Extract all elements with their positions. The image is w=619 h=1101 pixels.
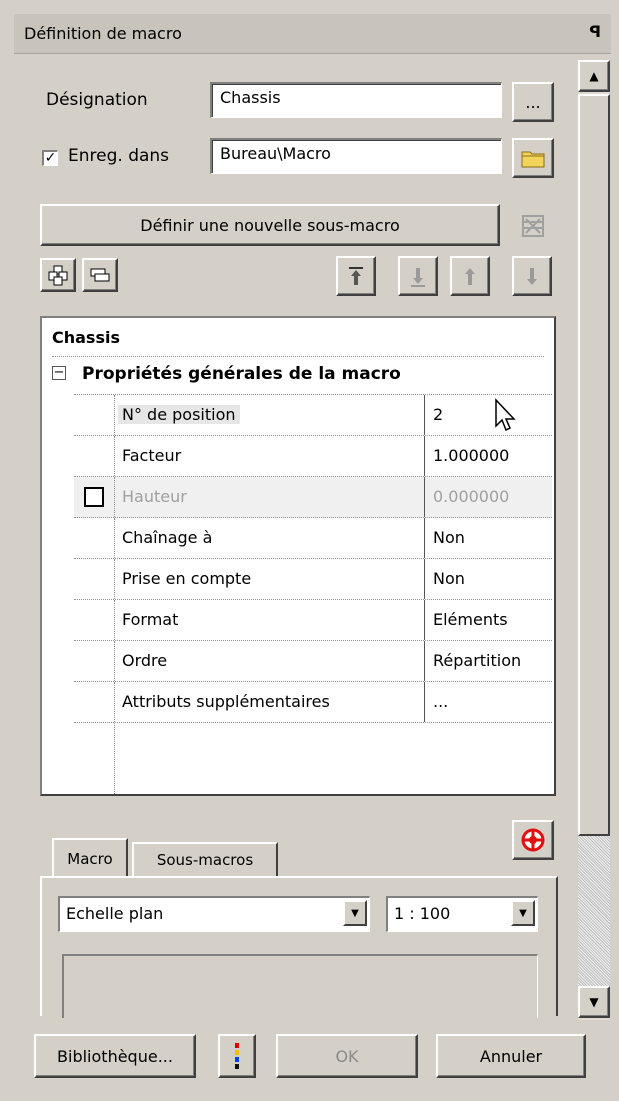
target-button[interactable] <box>512 820 554 860</box>
scale-ratio-value: 1 : 100 <box>394 904 451 923</box>
save-in-checkbox[interactable]: ✓ <box>42 150 58 166</box>
scale-ratio-select[interactable]: 1 : 100 ▼ <box>386 896 538 932</box>
property-row[interactable]: Attributs supplémentaires ... <box>74 682 552 723</box>
target-icon <box>521 828 545 852</box>
property-row[interactable]: Format Eléments <box>74 600 552 641</box>
preview-area <box>62 954 538 1018</box>
move-top-button[interactable] <box>336 256 376 296</box>
color-palette-icon <box>235 1043 239 1069</box>
window-title: Définition de macro <box>24 24 182 43</box>
property-value[interactable]: Répartition <box>424 641 552 681</box>
chevron-down-icon[interactable]: ▼ <box>343 900 367 926</box>
color-palette-button[interactable] <box>218 1034 256 1078</box>
define-submacro-button[interactable]: Définir une nouvelle sous-macro <box>40 204 500 246</box>
scroll-thumb[interactable] <box>578 94 610 836</box>
move-bottom-button <box>512 256 552 296</box>
property-value[interactable]: Non <box>424 518 552 558</box>
ok-button: OK <box>276 1034 418 1078</box>
property-row[interactable]: Ordre Répartition <box>74 641 552 682</box>
title-bar: Définition de macro ꟼ <box>14 14 611 54</box>
edit-item-icon <box>90 268 110 282</box>
property-value[interactable]: Eléments <box>424 600 552 640</box>
property-name: Chaînage à <box>122 528 213 547</box>
designation-input[interactable]: Chassis <box>210 82 502 118</box>
browse-button[interactable]: ... <box>512 82 554 122</box>
property-group-label: Propriétés générales de la macro <box>82 364 401 384</box>
add-item-icon <box>48 265 68 286</box>
property-value[interactable]: 2 <box>424 395 552 435</box>
property-value[interactable]: ... <box>424 682 552 722</box>
property-value[interactable]: Non <box>424 559 552 599</box>
move-up-icon <box>465 268 475 285</box>
move-down-icon <box>411 268 425 287</box>
collapse-toggle-icon[interactable]: − <box>52 366 66 380</box>
move-down-button <box>398 256 438 296</box>
property-name: Ordre <box>122 651 168 670</box>
tab-sous-macros[interactable]: Sous-macros <box>132 842 278 876</box>
edit-item-button[interactable] <box>82 258 118 292</box>
property-name: Prise en compte <box>122 569 252 588</box>
property-name: Hauteur <box>122 487 187 506</box>
scroll-up-button[interactable]: ▲ <box>578 60 610 92</box>
mouse-cursor-icon <box>495 398 516 432</box>
property-name: Facteur <box>122 446 182 465</box>
property-name: N° de position <box>118 405 240 424</box>
chevron-down-icon[interactable]: ▼ <box>511 900 535 926</box>
tab-macro[interactable]: Macro <box>52 838 128 878</box>
folder-icon <box>521 151 545 168</box>
property-row[interactable]: Prise en compte Non <box>74 559 552 600</box>
designation-label: Désignation <box>46 90 148 110</box>
property-row[interactable]: Chaînage à Non <box>74 518 552 559</box>
pin-icon[interactable]: ꟼ <box>589 22 601 41</box>
folder-button[interactable] <box>512 138 554 178</box>
library-button[interactable]: Bibliothèque... <box>34 1034 196 1078</box>
save-in-path-input[interactable]: Bureau\Macro <box>210 138 502 174</box>
delete-submacro-button <box>512 206 554 246</box>
divider <box>52 356 544 357</box>
property-row[interactable]: Facteur 1.000000 <box>74 436 552 477</box>
add-item-button[interactable] <box>40 258 76 292</box>
property-value: 0.000000 <box>424 477 552 517</box>
save-in-label: Enreg. dans <box>68 146 170 166</box>
move-up-button <box>450 256 490 296</box>
property-name: Attributs supplémentaires <box>122 692 330 711</box>
scale-mode-value: Echelle plan <box>66 904 164 923</box>
delete-submacro-icon <box>522 215 544 237</box>
move-top-icon <box>349 267 363 285</box>
property-row[interactable]: Hauteur 0.000000 <box>74 477 552 518</box>
property-grid: Chassis − Propriétés générales de la mac… <box>40 316 556 796</box>
gutter-fill <box>74 723 115 794</box>
cancel-button[interactable]: Annuler <box>436 1034 586 1078</box>
enable-checkbox[interactable] <box>84 487 104 507</box>
property-value[interactable]: 1.000000 <box>424 436 552 476</box>
move-bottom-icon <box>527 268 537 285</box>
scroll-down-button[interactable]: ▼ <box>578 986 610 1018</box>
vertical-scrollbar[interactable]: ▲ ▼ <box>578 60 610 1020</box>
property-row[interactable]: N° de position 2 <box>74 395 552 436</box>
tab-content: Echelle plan ▼ 1 : 100 ▼ <box>40 876 558 1018</box>
scroll-track[interactable] <box>578 836 610 986</box>
property-name: Format <box>122 610 179 629</box>
scale-mode-select[interactable]: Echelle plan ▼ <box>58 896 370 932</box>
property-root-label: Chassis <box>52 328 120 347</box>
